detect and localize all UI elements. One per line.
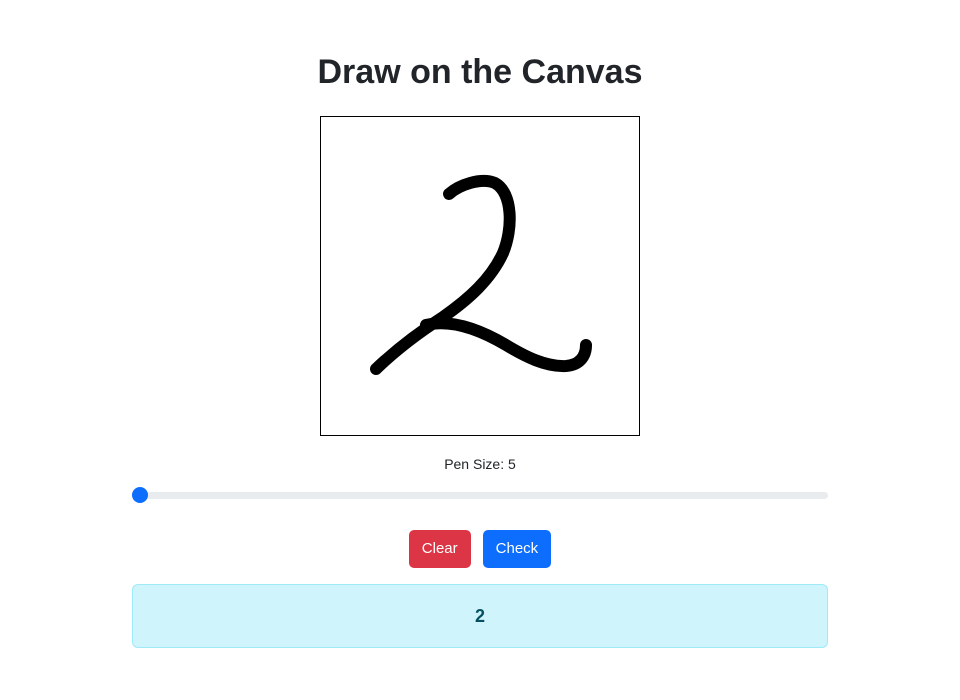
slider-track[interactable] xyxy=(132,492,828,499)
pen-size-slider[interactable] xyxy=(132,486,828,504)
pen-size-label: Pen Size: 5 xyxy=(444,456,516,472)
check-button[interactable]: Check xyxy=(482,530,552,568)
result-alert: 2 xyxy=(132,584,828,648)
action-buttons: Clear Check xyxy=(0,530,960,568)
page-title: Draw on the Canvas xyxy=(317,53,643,91)
drawn-digit xyxy=(370,174,592,375)
page: Draw on the Canvas Pen Size: 5 Clear Che… xyxy=(0,0,960,700)
slider-thumb[interactable] xyxy=(132,487,148,503)
drawing-canvas[interactable] xyxy=(320,116,640,436)
clear-button[interactable]: Clear xyxy=(408,530,471,568)
